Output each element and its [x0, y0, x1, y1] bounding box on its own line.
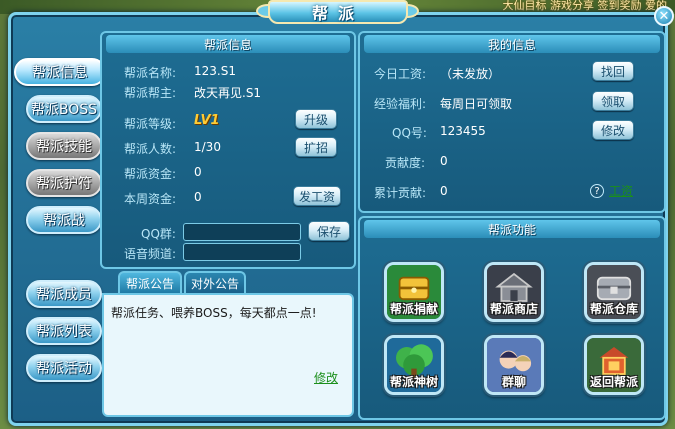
guild-functions-header: 帮派功能: [364, 220, 660, 238]
func-shop-label: 帮派商店: [489, 302, 538, 316]
func-chat-label: 群聊: [501, 375, 526, 389]
guild-level-badge: LV1: [194, 113, 220, 128]
edit-notice-link[interactable]: 修改: [314, 369, 338, 386]
tab-guild-info[interactable]: 帮派信息: [14, 58, 106, 86]
exp-benefit-label: 经验福利:: [374, 97, 427, 111]
pay-wages-button[interactable]: 发工资: [293, 186, 341, 206]
total-contribution-value: 0: [440, 184, 448, 198]
qq-number-value: 123455: [440, 124, 486, 138]
total-contribution-label: 累计贡献:: [374, 186, 427, 200]
tab-external-notice[interactable]: 对外公告: [184, 271, 246, 293]
guild-info-header: 帮派信息: [106, 35, 350, 53]
weekly-funds-value: 0: [194, 190, 202, 204]
save-button[interactable]: 保存: [308, 221, 350, 241]
edit-qq-button[interactable]: 修改: [592, 120, 634, 140]
wage-link[interactable]: 工资: [609, 182, 633, 199]
func-chat[interactable]: 群聊: [484, 335, 544, 395]
guild-members-label: 帮派人数:: [124, 142, 177, 156]
help-icon[interactable]: ?: [590, 184, 604, 198]
tab-guild-members[interactable]: 帮派成员: [26, 280, 102, 308]
tab-guild-events[interactable]: 帮派活动: [26, 354, 102, 382]
exp-benefit-value: 每周日可领取: [440, 97, 513, 111]
tab-guild-skills[interactable]: 帮派技能: [26, 132, 102, 160]
tab-guild-war[interactable]: 帮派战: [26, 206, 102, 234]
func-donate-label: 帮派捐献: [389, 302, 438, 316]
func-shop[interactable]: 帮派商店: [484, 262, 544, 322]
tab-guild-boss[interactable]: 帮派BOSS: [26, 95, 102, 123]
guild-funds-label: 帮派资金:: [124, 167, 177, 181]
guild-leader-value: 改天再见.S1: [194, 86, 262, 100]
guild-name-label: 帮派名称:: [124, 66, 177, 80]
func-donate[interactable]: 帮派捐献: [384, 262, 444, 322]
today-wage-label: 今日工资:: [374, 67, 427, 81]
guild-members-value: 1/30: [194, 140, 221, 154]
weekly-funds-label: 本周资金:: [124, 192, 177, 206]
recruit-button[interactable]: 扩招: [295, 137, 337, 157]
voice-channel-label: 语音频道:: [124, 247, 177, 261]
func-warehouse[interactable]: 帮派仓库: [584, 262, 644, 322]
close-button[interactable]: ✕: [654, 6, 674, 26]
qq-group-input[interactable]: [183, 223, 301, 241]
qq-group-label: QQ群:: [141, 227, 176, 241]
func-return[interactable]: 返回帮派: [584, 335, 644, 395]
voice-channel-input[interactable]: [183, 243, 301, 261]
tab-guild-amulet[interactable]: 帮派护符: [26, 169, 102, 197]
qq-number-label: QQ号:: [392, 126, 427, 140]
func-tree-label: 帮派神树: [389, 375, 438, 389]
notice-text: 帮派任务、喂养BOSS，每天都点一点!: [111, 306, 317, 320]
tab-internal-notice[interactable]: 帮派公告: [118, 271, 182, 293]
today-wage-value: （未发放）: [440, 67, 501, 81]
retrieve-button[interactable]: 找回: [592, 61, 634, 81]
guild-funds-value: 0: [194, 165, 202, 179]
func-tree[interactable]: 帮派神树: [384, 335, 444, 395]
notice-box: 帮派任务、喂养BOSS，每天都点一点! 修改: [102, 293, 354, 417]
upgrade-button[interactable]: 升级: [295, 109, 337, 129]
contribution-value: 0: [440, 154, 448, 168]
guild-leader-label: 帮派帮主:: [124, 86, 177, 100]
claim-button[interactable]: 领取: [592, 91, 634, 111]
contribution-label: 贡献度:: [385, 156, 426, 170]
func-return-label: 返回帮派: [589, 375, 638, 389]
func-warehouse-label: 帮派仓库: [589, 302, 638, 316]
tab-guild-list[interactable]: 帮派列表: [26, 317, 102, 345]
guild-name-value: 123.S1: [194, 64, 236, 78]
window-title: 帮派: [268, 0, 408, 24]
my-info-header: 我的信息: [364, 35, 660, 53]
guild-level-label: 帮派等级:: [124, 117, 177, 131]
